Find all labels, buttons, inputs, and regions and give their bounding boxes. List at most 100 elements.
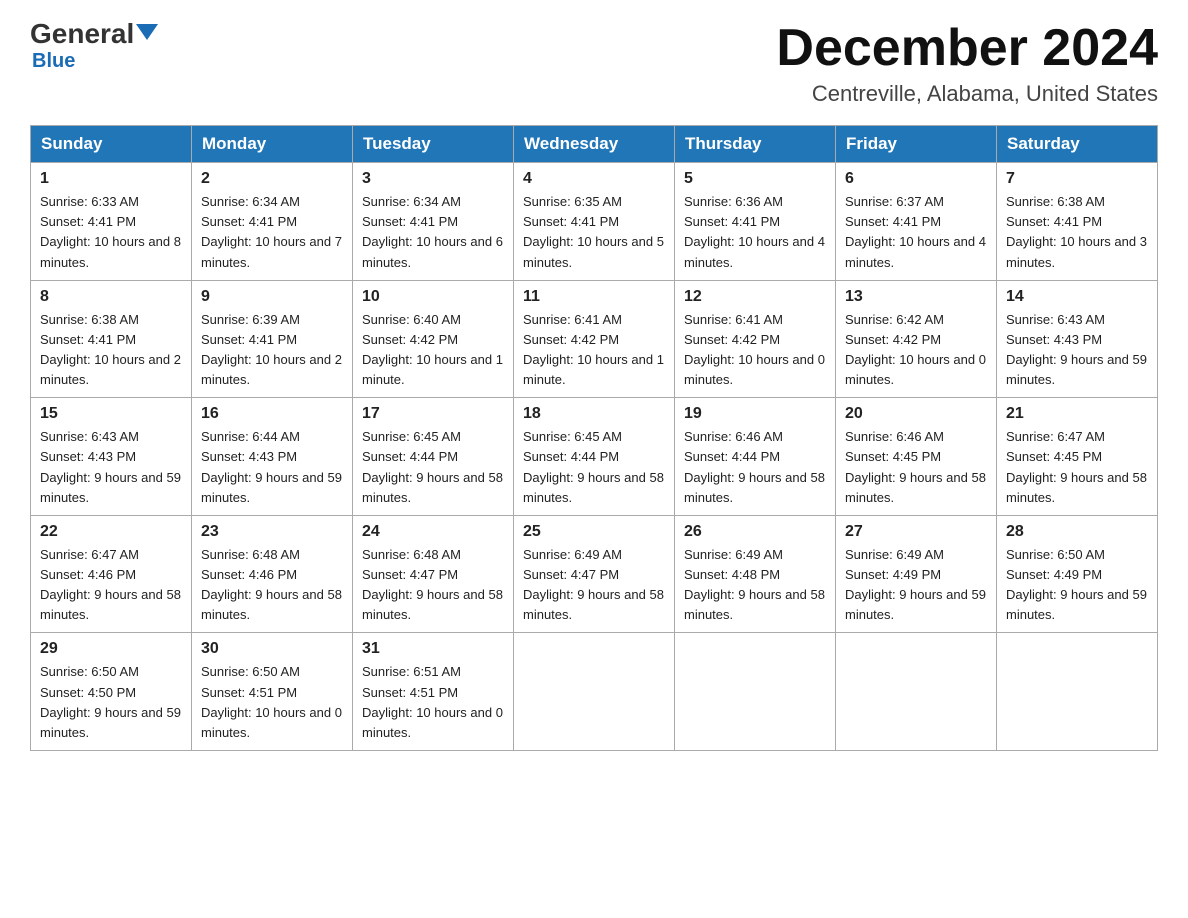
day-number: 1 — [40, 170, 182, 188]
day-number: 9 — [201, 288, 343, 306]
calendar-cell — [997, 633, 1158, 751]
day-number: 7 — [1006, 170, 1148, 188]
page-header: General Blue December 2024 Centreville, … — [30, 20, 1158, 107]
day-info: Sunrise: 6:49 AMSunset: 4:49 PMDaylight:… — [845, 547, 986, 622]
day-info: Sunrise: 6:47 AMSunset: 4:46 PMDaylight:… — [40, 547, 181, 622]
calendar-week-row: 29 Sunrise: 6:50 AMSunset: 4:50 PMDaylig… — [31, 633, 1158, 751]
day-info: Sunrise: 6:41 AMSunset: 4:42 PMDaylight:… — [523, 312, 664, 387]
calendar-header-row: SundayMondayTuesdayWednesdayThursdayFrid… — [31, 126, 1158, 163]
calendar-cell: 12 Sunrise: 6:41 AMSunset: 4:42 PMDaylig… — [675, 280, 836, 398]
day-info: Sunrise: 6:50 AMSunset: 4:50 PMDaylight:… — [40, 664, 181, 739]
calendar-cell — [675, 633, 836, 751]
calendar-cell: 4 Sunrise: 6:35 AMSunset: 4:41 PMDayligh… — [514, 163, 675, 281]
calendar-cell: 27 Sunrise: 6:49 AMSunset: 4:49 PMDaylig… — [836, 515, 997, 633]
day-info: Sunrise: 6:44 AMSunset: 4:43 PMDaylight:… — [201, 429, 342, 504]
calendar-cell: 10 Sunrise: 6:40 AMSunset: 4:42 PMDaylig… — [353, 280, 514, 398]
day-number: 5 — [684, 170, 826, 188]
day-number: 13 — [845, 288, 987, 306]
day-number: 25 — [523, 523, 665, 541]
logo-main: General — [30, 20, 158, 48]
day-info: Sunrise: 6:33 AMSunset: 4:41 PMDaylight:… — [40, 194, 181, 269]
col-header-thursday: Thursday — [675, 126, 836, 163]
calendar-cell: 7 Sunrise: 6:38 AMSunset: 4:41 PMDayligh… — [997, 163, 1158, 281]
day-info: Sunrise: 6:34 AMSunset: 4:41 PMDaylight:… — [362, 194, 503, 269]
day-number: 21 — [1006, 405, 1148, 423]
day-info: Sunrise: 6:38 AMSunset: 4:41 PMDaylight:… — [1006, 194, 1147, 269]
day-number: 26 — [684, 523, 826, 541]
calendar-cell: 22 Sunrise: 6:47 AMSunset: 4:46 PMDaylig… — [31, 515, 192, 633]
location-subtitle: Centreville, Alabama, United States — [776, 81, 1158, 107]
calendar-cell: 26 Sunrise: 6:49 AMSunset: 4:48 PMDaylig… — [675, 515, 836, 633]
calendar-cell: 2 Sunrise: 6:34 AMSunset: 4:41 PMDayligh… — [192, 163, 353, 281]
day-info: Sunrise: 6:51 AMSunset: 4:51 PMDaylight:… — [362, 664, 503, 739]
day-info: Sunrise: 6:42 AMSunset: 4:42 PMDaylight:… — [845, 312, 986, 387]
day-number: 3 — [362, 170, 504, 188]
day-number: 11 — [523, 288, 665, 306]
calendar-cell: 29 Sunrise: 6:50 AMSunset: 4:50 PMDaylig… — [31, 633, 192, 751]
day-number: 20 — [845, 405, 987, 423]
calendar-cell: 11 Sunrise: 6:41 AMSunset: 4:42 PMDaylig… — [514, 280, 675, 398]
calendar-cell: 28 Sunrise: 6:50 AMSunset: 4:49 PMDaylig… — [997, 515, 1158, 633]
calendar-cell: 13 Sunrise: 6:42 AMSunset: 4:42 PMDaylig… — [836, 280, 997, 398]
calendar-cell: 6 Sunrise: 6:37 AMSunset: 4:41 PMDayligh… — [836, 163, 997, 281]
day-number: 31 — [362, 640, 504, 658]
day-info: Sunrise: 6:43 AMSunset: 4:43 PMDaylight:… — [1006, 312, 1147, 387]
col-header-wednesday: Wednesday — [514, 126, 675, 163]
day-info: Sunrise: 6:38 AMSunset: 4:41 PMDaylight:… — [40, 312, 181, 387]
day-info: Sunrise: 6:50 AMSunset: 4:49 PMDaylight:… — [1006, 547, 1147, 622]
day-number: 19 — [684, 405, 826, 423]
col-header-sunday: Sunday — [31, 126, 192, 163]
calendar-week-row: 15 Sunrise: 6:43 AMSunset: 4:43 PMDaylig… — [31, 398, 1158, 516]
day-info: Sunrise: 6:39 AMSunset: 4:41 PMDaylight:… — [201, 312, 342, 387]
day-info: Sunrise: 6:34 AMSunset: 4:41 PMDaylight:… — [201, 194, 342, 269]
calendar-cell: 15 Sunrise: 6:43 AMSunset: 4:43 PMDaylig… — [31, 398, 192, 516]
day-info: Sunrise: 6:40 AMSunset: 4:42 PMDaylight:… — [362, 312, 503, 387]
calendar-cell — [836, 633, 997, 751]
calendar-cell: 9 Sunrise: 6:39 AMSunset: 4:41 PMDayligh… — [192, 280, 353, 398]
day-number: 6 — [845, 170, 987, 188]
day-info: Sunrise: 6:43 AMSunset: 4:43 PMDaylight:… — [40, 429, 181, 504]
day-info: Sunrise: 6:49 AMSunset: 4:48 PMDaylight:… — [684, 547, 825, 622]
day-number: 17 — [362, 405, 504, 423]
calendar-cell — [514, 633, 675, 751]
day-number: 24 — [362, 523, 504, 541]
calendar-cell: 19 Sunrise: 6:46 AMSunset: 4:44 PMDaylig… — [675, 398, 836, 516]
day-number: 27 — [845, 523, 987, 541]
calendar-week-row: 22 Sunrise: 6:47 AMSunset: 4:46 PMDaylig… — [31, 515, 1158, 633]
col-header-saturday: Saturday — [997, 126, 1158, 163]
calendar-cell: 21 Sunrise: 6:47 AMSunset: 4:45 PMDaylig… — [997, 398, 1158, 516]
col-header-monday: Monday — [192, 126, 353, 163]
calendar-cell: 8 Sunrise: 6:38 AMSunset: 4:41 PMDayligh… — [31, 280, 192, 398]
calendar-cell: 14 Sunrise: 6:43 AMSunset: 4:43 PMDaylig… — [997, 280, 1158, 398]
logo: General Blue — [30, 20, 158, 73]
calendar-cell: 31 Sunrise: 6:51 AMSunset: 4:51 PMDaylig… — [353, 633, 514, 751]
day-info: Sunrise: 6:41 AMSunset: 4:42 PMDaylight:… — [684, 312, 825, 387]
calendar-cell: 23 Sunrise: 6:48 AMSunset: 4:46 PMDaylig… — [192, 515, 353, 633]
title-area: December 2024 Centreville, Alabama, Unit… — [776, 20, 1158, 107]
calendar-week-row: 8 Sunrise: 6:38 AMSunset: 4:41 PMDayligh… — [31, 280, 1158, 398]
day-info: Sunrise: 6:46 AMSunset: 4:45 PMDaylight:… — [845, 429, 986, 504]
calendar-cell: 1 Sunrise: 6:33 AMSunset: 4:41 PMDayligh… — [31, 163, 192, 281]
day-info: Sunrise: 6:45 AMSunset: 4:44 PMDaylight:… — [523, 429, 664, 504]
day-number: 12 — [684, 288, 826, 306]
day-info: Sunrise: 6:47 AMSunset: 4:45 PMDaylight:… — [1006, 429, 1147, 504]
logo-sub: Blue — [32, 50, 75, 73]
day-info: Sunrise: 6:37 AMSunset: 4:41 PMDaylight:… — [845, 194, 986, 269]
day-info: Sunrise: 6:48 AMSunset: 4:47 PMDaylight:… — [362, 547, 503, 622]
day-info: Sunrise: 6:45 AMSunset: 4:44 PMDaylight:… — [362, 429, 503, 504]
day-number: 16 — [201, 405, 343, 423]
day-info: Sunrise: 6:35 AMSunset: 4:41 PMDaylight:… — [523, 194, 664, 269]
calendar-cell: 25 Sunrise: 6:49 AMSunset: 4:47 PMDaylig… — [514, 515, 675, 633]
calendar-cell: 24 Sunrise: 6:48 AMSunset: 4:47 PMDaylig… — [353, 515, 514, 633]
day-number: 8 — [40, 288, 182, 306]
day-number: 22 — [40, 523, 182, 541]
calendar-week-row: 1 Sunrise: 6:33 AMSunset: 4:41 PMDayligh… — [31, 163, 1158, 281]
calendar-cell: 5 Sunrise: 6:36 AMSunset: 4:41 PMDayligh… — [675, 163, 836, 281]
col-header-tuesday: Tuesday — [353, 126, 514, 163]
calendar-cell: 20 Sunrise: 6:46 AMSunset: 4:45 PMDaylig… — [836, 398, 997, 516]
day-number: 14 — [1006, 288, 1148, 306]
logo-triangle-icon — [136, 24, 158, 40]
day-number: 29 — [40, 640, 182, 658]
day-info: Sunrise: 6:50 AMSunset: 4:51 PMDaylight:… — [201, 664, 342, 739]
day-number: 23 — [201, 523, 343, 541]
